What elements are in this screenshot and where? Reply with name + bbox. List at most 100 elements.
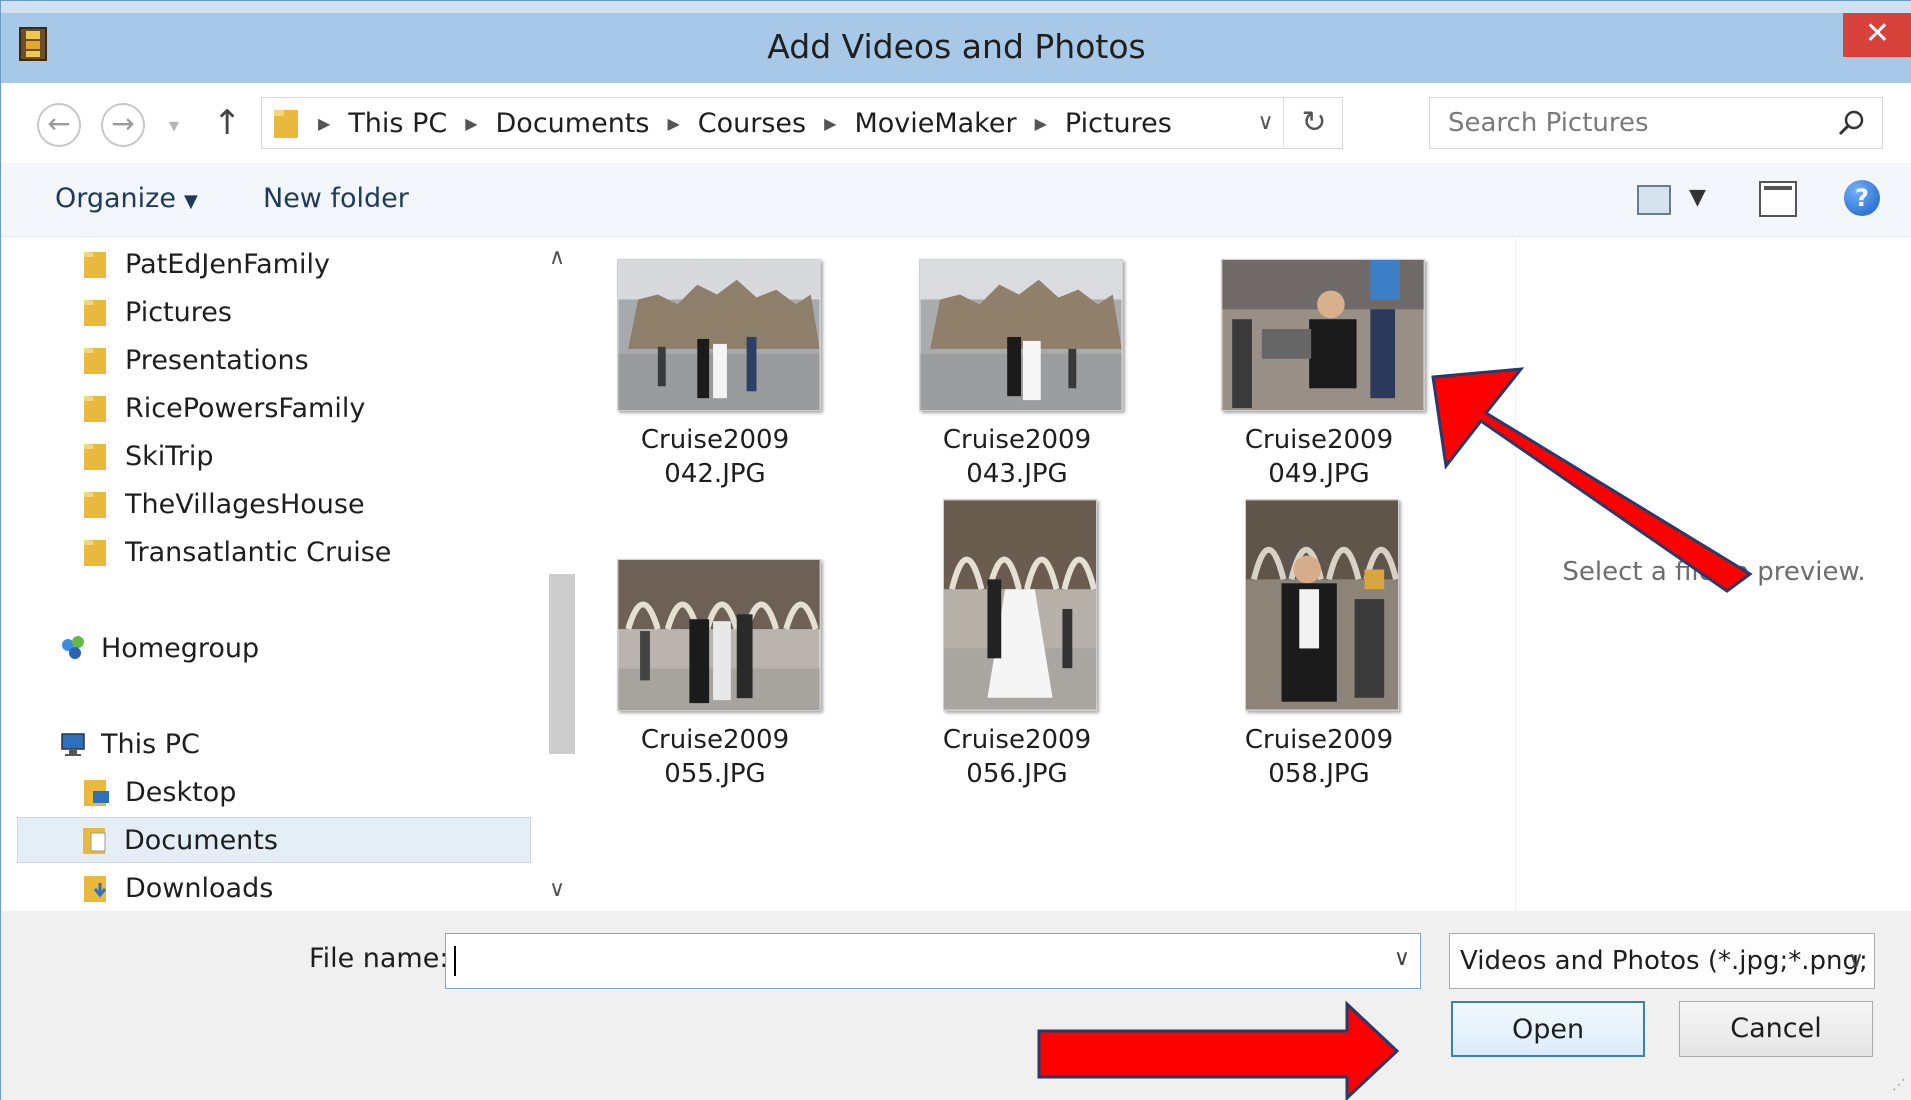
preview-pane-icon[interactable] xyxy=(1759,181,1797,217)
nav-item-label: This PC xyxy=(101,728,200,760)
up-arrow-icon[interactable]: ↑ xyxy=(213,103,242,143)
new-folder-button[interactable]: New folder xyxy=(263,183,409,214)
file-item[interactable]: Cruise2009 049.JPG xyxy=(1169,237,1469,489)
nav-item-label: Downloads xyxy=(125,872,274,904)
nav-item-label: Documents xyxy=(124,824,278,856)
organize-menu[interactable]: Organize ▼ xyxy=(55,183,198,214)
nav-item-label: Pictures xyxy=(125,296,232,328)
file-name-dropdown-icon[interactable]: ∨ xyxy=(1394,946,1410,971)
organize-label: Organize xyxy=(55,183,176,214)
nav-item-presentations[interactable]: Presentations xyxy=(83,337,309,383)
add-videos-photos-dialog: Add Videos and Photos ✕ ← → ▾ ↑ ▶ This P… xyxy=(0,0,1911,1100)
forward-button[interactable]: → xyxy=(101,103,145,147)
nav-item-label: TheVillagesHouse xyxy=(125,488,365,520)
breadcrumb-this-pc[interactable]: This PC xyxy=(348,108,447,139)
nav-item-pictures[interactable]: Pictures xyxy=(83,289,232,335)
file-name-line1: Cruise2009 xyxy=(1244,725,1394,755)
back-button[interactable]: ← xyxy=(37,103,81,147)
file-name-line1: Cruise2009 xyxy=(640,725,790,755)
navigation-pane: PatEdJenFamily Pictures Presentations Ri… xyxy=(15,237,577,911)
nav-item-documents[interactable]: Documents xyxy=(17,817,531,863)
file-item[interactable]: Cruise2009 056.JPG xyxy=(867,477,1167,789)
folder-icon xyxy=(274,110,298,138)
view-options-dropdown-icon[interactable]: ▼ xyxy=(1689,185,1706,210)
file-item[interactable]: Cruise2009 055.JPG xyxy=(565,477,865,789)
folder-icon xyxy=(84,396,106,422)
open-button[interactable]: Open xyxy=(1451,1001,1645,1057)
search-placeholder: Search Pictures xyxy=(1448,108,1649,138)
nav-item-desktop[interactable]: Desktop xyxy=(83,769,236,815)
file-name-line1: Cruise2009 xyxy=(942,425,1092,455)
nav-item-patedjenfamily[interactable]: PatEdJenFamily xyxy=(83,241,330,287)
downloads-folder-icon xyxy=(84,876,107,902)
desktop-folder-icon xyxy=(84,780,109,806)
breadcrumb-moviemaker[interactable]: MovieMaker xyxy=(854,108,1016,139)
file-grid: Cruise2009 042.JPG Cruise2009 043.JPG Cr… xyxy=(565,237,1515,911)
breadcrumb-separator-icon[interactable]: ▶ xyxy=(1035,114,1047,133)
folder-icon xyxy=(84,348,106,374)
file-name-line2: 058.JPG xyxy=(1268,759,1370,789)
address-bar[interactable]: ▶ This PC ▶ Documents ▶ Courses ▶ MovieM… xyxy=(261,97,1343,149)
folder-icon xyxy=(84,300,106,326)
computer-icon xyxy=(61,733,85,756)
help-icon[interactable]: ? xyxy=(1844,180,1880,216)
file-type-value: Videos and Photos (*.jpg;*.png; xyxy=(1460,946,1868,976)
file-name-label: File name: xyxy=(309,943,449,974)
file-name-line1: Cruise2009 xyxy=(942,725,1092,755)
nav-item-label: RicePowersFamily xyxy=(125,392,366,424)
nav-item-label: Transatlantic Cruise xyxy=(125,536,392,568)
command-bar: Organize ▼ New folder ▼ ? xyxy=(1,163,1911,237)
documents-folder-icon xyxy=(83,828,106,854)
search-icon[interactable] xyxy=(1836,108,1866,138)
breadcrumb-separator-icon[interactable]: ▶ xyxy=(465,114,477,133)
folder-icon xyxy=(84,252,106,278)
breadcrumb-separator-icon[interactable]: ▶ xyxy=(824,114,836,133)
file-name-line1: Cruise2009 xyxy=(1244,425,1394,455)
nav-item-this-pc[interactable]: This PC xyxy=(59,721,200,767)
nav-item-downloads[interactable]: Downloads xyxy=(83,865,273,911)
text-caret xyxy=(454,946,456,976)
close-button[interactable]: ✕ xyxy=(1843,13,1911,57)
search-input[interactable]: Search Pictures xyxy=(1429,97,1883,149)
photo-thumbnail xyxy=(943,499,1097,711)
file-name-line1: Cruise2009 xyxy=(640,425,790,455)
folder-icon xyxy=(84,540,106,566)
nav-item-label: Desktop xyxy=(125,776,237,808)
file-name-line2: 055.JPG xyxy=(664,759,766,789)
address-row: ← → ▾ ↑ ▶ This PC ▶ Documents ▶ Courses … xyxy=(1,83,1911,163)
recent-locations-dropdown-icon[interactable]: ▾ xyxy=(169,113,179,137)
content-area: PatEdJenFamily Pictures Presentations Ri… xyxy=(1,237,1911,911)
nav-item-transatlantic-cruise[interactable]: Transatlantic Cruise xyxy=(83,529,391,575)
photo-thumbnail xyxy=(919,259,1123,411)
nav-item-label: Homegroup xyxy=(101,632,260,664)
breadcrumb-pictures[interactable]: Pictures xyxy=(1065,108,1172,139)
nav-item-skitrip[interactable]: SkiTrip xyxy=(83,433,214,479)
breadcrumb-courses[interactable]: Courses xyxy=(698,108,806,139)
nav-item-ricepowersfamily[interactable]: RicePowersFamily xyxy=(83,385,365,431)
change-view-icon[interactable] xyxy=(1637,185,1671,215)
breadcrumb-documents[interactable]: Documents xyxy=(496,108,650,139)
nav-item-label: PatEdJenFamily xyxy=(125,248,330,280)
breadcrumb: ▶ This PC ▶ Documents ▶ Courses ▶ MovieM… xyxy=(318,98,1172,148)
photo-thumbnail xyxy=(1221,259,1425,411)
scroll-down-icon[interactable]: ∨ xyxy=(549,877,565,902)
cancel-button[interactable]: Cancel xyxy=(1679,1001,1873,1057)
file-item[interactable]: Cruise2009 058.JPG xyxy=(1169,477,1469,789)
scroll-up-icon[interactable]: ∧ xyxy=(549,245,565,270)
breadcrumb-separator-icon[interactable]: ▶ xyxy=(318,114,330,133)
file-type-select[interactable]: Videos and Photos (*.jpg;*.png; ∨ xyxy=(1449,933,1875,989)
nav-item-label: Presentations xyxy=(125,344,309,376)
address-history-dropdown-icon[interactable]: ∨ xyxy=(1248,98,1284,148)
file-name-input[interactable]: ∨ xyxy=(445,933,1421,989)
chevron-down-icon: ∨ xyxy=(1847,948,1864,973)
file-item[interactable]: Cruise2009 042.JPG xyxy=(565,237,865,489)
refresh-icon[interactable]: ↻ xyxy=(1286,98,1342,148)
resize-grip-icon[interactable]: ⋰ xyxy=(1892,1077,1906,1093)
title-bar: Add Videos and Photos ✕ xyxy=(1,1,1911,83)
file-name-line2: 056.JPG xyxy=(966,759,1068,789)
nav-item-thevillageshouse[interactable]: TheVillagesHouse xyxy=(83,481,365,527)
folder-icon xyxy=(84,444,106,470)
nav-item-homegroup[interactable]: Homegroup xyxy=(59,625,259,671)
file-item[interactable]: Cruise2009 043.JPG xyxy=(867,237,1167,489)
breadcrumb-separator-icon[interactable]: ▶ xyxy=(667,114,679,133)
